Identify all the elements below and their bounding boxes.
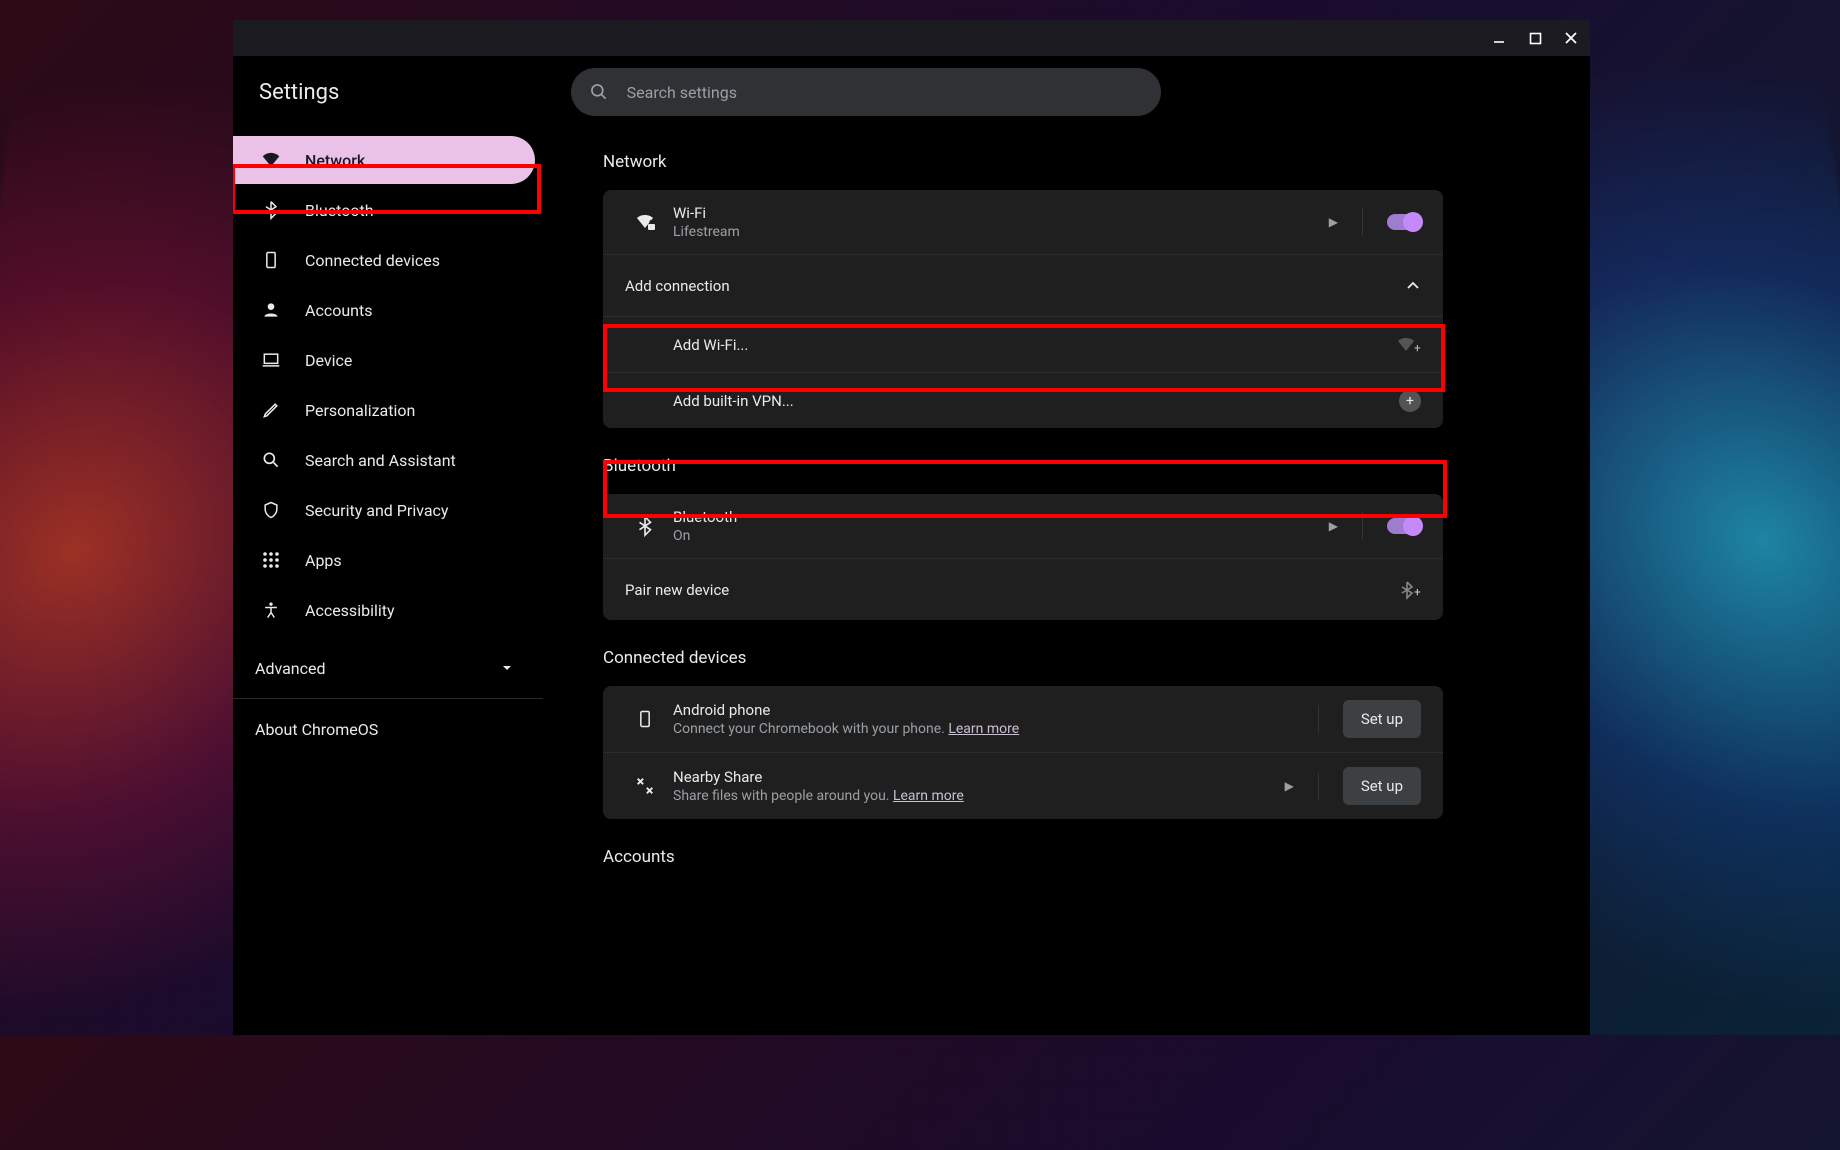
bluetooth-toggle[interactable]: [1387, 518, 1421, 534]
add-wifi-label: Add Wi-Fi...: [673, 336, 748, 354]
sidebar-item-label: Search and Assistant: [305, 451, 456, 470]
add-vpn-row[interactable]: Add built-in VPN... +: [603, 372, 1443, 428]
connected-card: Android phone Connect your Chromebook wi…: [603, 686, 1443, 819]
sidebar-item-label: Apps: [305, 551, 342, 570]
phone-icon: [259, 250, 283, 270]
search-icon: [259, 450, 283, 470]
sidebar-item-search-assistant[interactable]: Search and Assistant: [233, 436, 535, 484]
sidebar-item-security-privacy[interactable]: Security and Privacy: [233, 486, 535, 534]
divider: [1318, 705, 1319, 733]
divider: [1318, 772, 1319, 800]
sidebar-item-accounts[interactable]: Accounts: [233, 286, 535, 334]
sidebar-item-label: Personalization: [305, 401, 415, 420]
sidebar-item-label: Connected devices: [305, 251, 440, 270]
person-icon: [259, 300, 283, 320]
nearby-title: Nearby Share: [673, 768, 1285, 786]
minimize-button[interactable]: [1490, 29, 1508, 47]
page-title: Settings: [259, 80, 339, 105]
bluetooth-title: Bluetooth: [673, 508, 1329, 526]
wifi-row[interactable]: Wi-Fi Lifestream ▶: [603, 190, 1443, 254]
sidebar-item-apps[interactable]: Apps: [233, 536, 535, 584]
setup-nearby-button[interactable]: Set up: [1343, 767, 1421, 805]
add-vpn-label: Add built-in VPN...: [673, 392, 794, 410]
android-title: Android phone: [673, 701, 1318, 719]
advanced-label: Advanced: [255, 659, 326, 678]
wifi-title: Wi-Fi: [673, 204, 1329, 222]
plus-icon: +: [1399, 390, 1421, 412]
sidebar-item-label: Network: [305, 151, 365, 170]
wifi-icon: [259, 149, 283, 171]
edit-icon: [259, 400, 283, 420]
search-box[interactable]: [571, 68, 1161, 116]
add-connection-row[interactable]: Add connection: [603, 254, 1443, 316]
section-title-accounts: Accounts: [603, 847, 1443, 867]
pair-label: Pair new device: [625, 581, 729, 599]
network-card: Wi-Fi Lifestream ▶ Add connection: [603, 190, 1443, 428]
sidebar-item-label: Accounts: [305, 301, 372, 320]
apps-icon: [259, 551, 283, 569]
bluetooth-icon: [259, 200, 283, 220]
pair-device-row[interactable]: Pair new device +: [603, 558, 1443, 620]
svg-text:+: +: [1414, 341, 1421, 355]
sidebar-item-connected-devices[interactable]: Connected devices: [233, 236, 535, 284]
setup-android-button[interactable]: Set up: [1343, 700, 1421, 738]
bluetooth-card: Bluetooth On ▶ Pair new device +: [603, 494, 1443, 620]
sidebar-item-label: Accessibility: [305, 601, 395, 620]
wifi-lock-icon: [625, 210, 665, 234]
close-button[interactable]: [1562, 29, 1580, 47]
add-connection-label: Add connection: [625, 277, 730, 295]
learn-more-link[interactable]: Learn more: [948, 721, 1019, 737]
add-wifi-row[interactable]: Add Wi-Fi... +: [603, 316, 1443, 372]
nearby-share-icon: [625, 775, 665, 797]
header: Settings: [233, 56, 1590, 128]
settings-window: Settings Network Bluetooth Connecte: [233, 20, 1590, 1035]
learn-more-link[interactable]: Learn more: [893, 788, 964, 804]
sidebar-item-device[interactable]: Device: [233, 336, 535, 384]
sidebar-item-accessibility[interactable]: Accessibility: [233, 586, 535, 634]
svg-text:+: +: [1414, 585, 1421, 599]
wifi-add-icon: +: [1395, 335, 1421, 355]
sidebar-divider: [233, 698, 543, 699]
android-desc: Connect your Chromebook with your phone.…: [673, 721, 1318, 737]
chevron-right-icon[interactable]: ▶: [1329, 519, 1338, 533]
divider: [1362, 208, 1363, 236]
sidebar-advanced[interactable]: Advanced: [233, 644, 543, 692]
phone-icon: [625, 709, 665, 729]
section-title-network: Network: [603, 152, 1443, 172]
search-icon: [589, 82, 609, 102]
chevron-right-icon[interactable]: ▶: [1285, 779, 1294, 793]
content-area: Network Wi-Fi Lifestream ▶: [543, 128, 1590, 1035]
bluetooth-icon: [625, 515, 665, 537]
accessibility-icon: [259, 600, 283, 620]
chevron-right-icon[interactable]: ▶: [1329, 215, 1338, 229]
sidebar-item-label: Bluetooth: [305, 201, 374, 220]
divider: [1362, 512, 1363, 540]
about-label: About ChromeOS: [255, 720, 378, 739]
sidebar: Network Bluetooth Connected devices Acco…: [233, 128, 543, 1035]
nearby-share-row: Nearby Share Share files with people aro…: [603, 752, 1443, 819]
android-phone-row: Android phone Connect your Chromebook wi…: [603, 686, 1443, 752]
sidebar-item-bluetooth[interactable]: Bluetooth: [233, 186, 535, 234]
maximize-button[interactable]: [1526, 29, 1544, 47]
title-bar: [233, 20, 1590, 56]
sidebar-item-label: Device: [305, 351, 352, 370]
sidebar-item-network[interactable]: Network: [233, 136, 535, 184]
bluetooth-row[interactable]: Bluetooth On ▶: [603, 494, 1443, 558]
bluetooth-add-icon: +: [1397, 580, 1421, 600]
section-title-connected: Connected devices: [603, 648, 1443, 668]
bluetooth-status: On: [673, 528, 1329, 544]
section-title-bluetooth: Bluetooth: [603, 456, 1443, 476]
search-input[interactable]: [627, 83, 1143, 102]
wifi-name: Lifestream: [673, 224, 1329, 240]
laptop-icon: [259, 350, 283, 370]
shield-icon: [259, 500, 283, 520]
sidebar-item-label: Security and Privacy: [305, 501, 448, 520]
sidebar-item-personalization[interactable]: Personalization: [233, 386, 535, 434]
chevron-down-icon: [501, 662, 513, 674]
sidebar-about[interactable]: About ChromeOS: [233, 705, 543, 753]
nearby-desc: Share files with people around you. Lear…: [673, 788, 1285, 804]
wifi-toggle[interactable]: [1387, 214, 1421, 230]
chevron-up-icon: [1405, 278, 1421, 294]
